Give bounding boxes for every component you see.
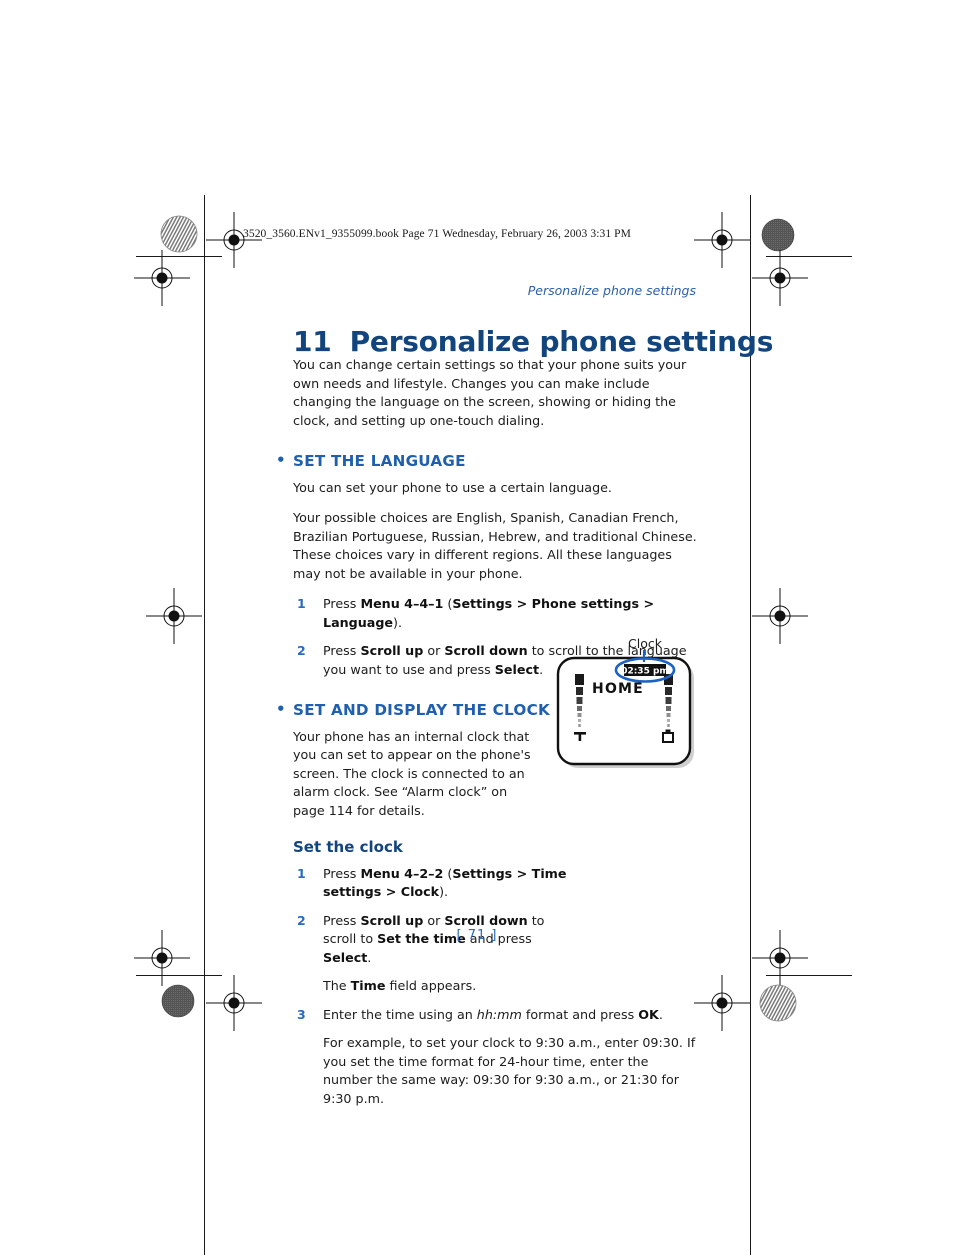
screen-clock-value: 02:35 pm <box>621 667 669 677</box>
clock-example-paragraph: For example, to set your clock to 9:30 a… <box>323 1035 696 1106</box>
list-item: 1 Press Menu 4–2–2 (Settings > Time sett… <box>293 865 568 902</box>
screen-home-text: HOME <box>592 681 644 697</box>
language-paragraph-1: You can set your phone to use a certain … <box>293 479 612 495</box>
running-head: Personalize phone settings <box>527 283 696 298</box>
step-text: Enter the time using an hh:mm format and… <box>323 1006 663 1022</box>
chapter-title-text: Personalize phone settings <box>349 324 774 358</box>
list-item: 1 Press Menu 4–4–1 (Settings > Phone set… <box>293 595 697 632</box>
step-number: 3 <box>297 1006 306 1022</box>
intro-paragraph: You can change certain settings so that … <box>293 357 687 428</box>
figure-callout-label: Clock <box>628 636 662 651</box>
screen-clock-readout: 02:35 pm <box>621 664 669 677</box>
clock-steps-list: 1 Press Menu 4–2–2 (Settings > Time sett… <box>293 865 697 968</box>
section-heading-set-the-language: SET THE LANGUAGE <box>276 451 697 471</box>
chapter-number: 11 <box>293 324 332 358</box>
language-paragraph-2: Your possible choices are English, Spani… <box>293 510 697 581</box>
time-field-note: The Time field appears. <box>323 978 477 993</box>
page-number: [ 71 ] <box>456 928 498 943</box>
phone-illustration: Clock HOME 02:35 pm <box>546 636 706 776</box>
subsection-heading-set-the-clock: Set the clock <box>293 838 403 856</box>
step-number: 2 <box>297 643 306 658</box>
list-item: 3 Enter the time using an hh:mm format a… <box>293 1006 697 1025</box>
step-number: 1 <box>297 865 306 881</box>
clock-steps-list-continued: 3 Enter the time using an hh:mm format a… <box>293 1006 697 1025</box>
manual-page: Personalize phone settings 11 Personalize… <box>0 0 954 1235</box>
step-text: Press Menu 4–2–2 (Settings > Time settin… <box>323 865 567 900</box>
clock-paragraph-1: Your phone has an internal clock that yo… <box>293 728 531 818</box>
step-text: Press Menu 4–4–1 (Settings > Phone setti… <box>323 596 655 630</box>
page-title: 11 Personalize phone settings <box>293 325 773 358</box>
step-number: 1 <box>297 596 306 611</box>
phone-screen-diagram: HOME 02:35 pm <box>556 650 694 768</box>
